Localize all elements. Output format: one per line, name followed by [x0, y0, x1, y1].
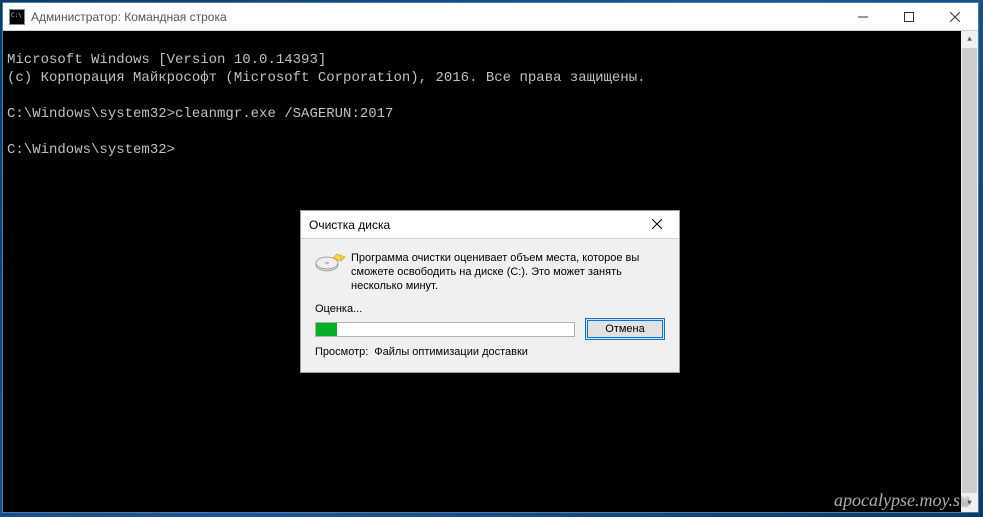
minimize-button[interactable]	[840, 3, 886, 31]
scan-label: Просмотр:	[315, 346, 368, 358]
scrollbar[interactable]: ▲ ▼	[961, 31, 978, 512]
scroll-thumb[interactable]	[962, 48, 977, 493]
estimate-label: Оценка...	[315, 303, 665, 315]
terminal-line: C:\Windows\system32>cleanmgr.exe /SAGERU…	[7, 106, 393, 122]
dialog-title: Очистка диска	[309, 218, 390, 232]
dialog-body: Программа очистки оценивает объем места,…	[301, 239, 679, 372]
maximize-button[interactable]	[886, 3, 932, 31]
terminal-line: Microsoft Windows [Version 10.0.14393]	[7, 52, 326, 68]
cancel-button[interactable]: Отмена	[585, 318, 665, 340]
scroll-up-button[interactable]: ▲	[961, 31, 978, 48]
close-button[interactable]	[932, 3, 978, 31]
dialog-close-button[interactable]	[637, 213, 677, 235]
window-title: Администратор: Командная строка	[31, 10, 227, 24]
scroll-down-button[interactable]: ▼	[961, 495, 978, 512]
titlebar[interactable]: Администратор: Командная строка	[3, 3, 978, 31]
scan-value: Файлы оптимизации доставки	[374, 346, 528, 358]
terminal-line: C:\Windows\system32>	[7, 142, 175, 158]
dialog-titlebar[interactable]: Очистка диска	[301, 211, 679, 239]
disk-cleanup-dialog: Очистка диска Программа очистки оценивае…	[300, 210, 680, 373]
progress-fill	[316, 323, 337, 336]
window-controls	[840, 3, 978, 31]
progress-bar	[315, 322, 575, 337]
cmd-icon	[9, 9, 25, 25]
disk-cleanup-icon	[315, 251, 351, 293]
dialog-message: Программа очистки оценивает объем места,…	[351, 251, 665, 293]
terminal-line: (c) Корпорация Майкрософт (Microsoft Cor…	[7, 70, 646, 86]
